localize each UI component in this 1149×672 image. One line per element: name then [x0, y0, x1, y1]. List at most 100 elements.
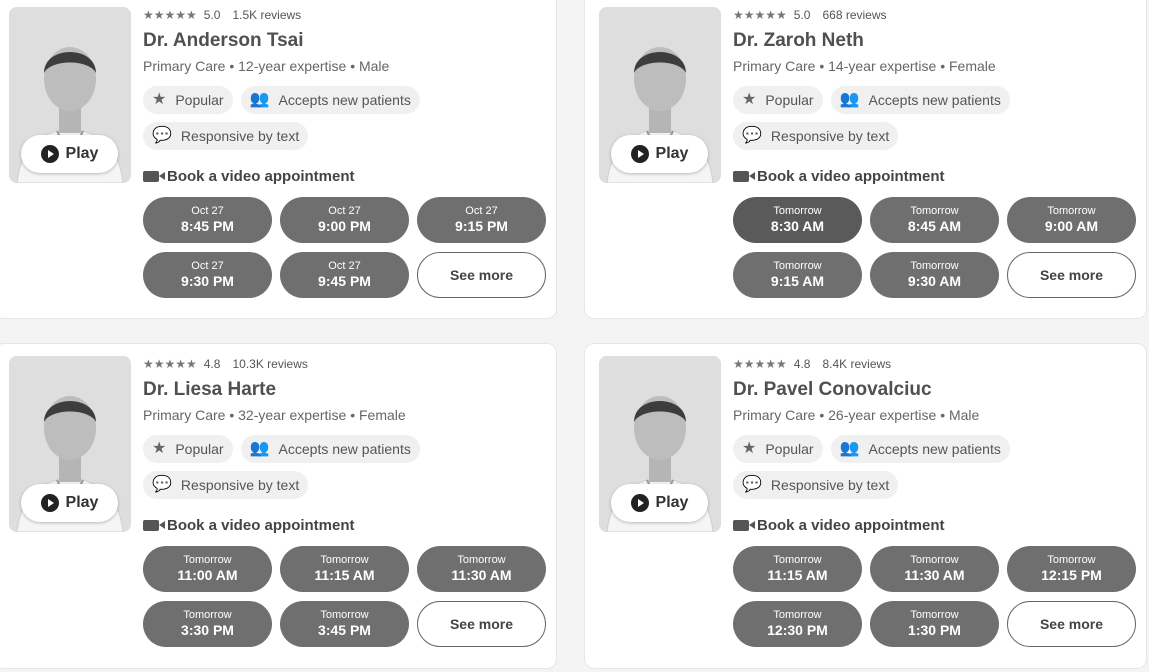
- doctor-card[interactable]: Play ★★★★★ 4.8 10.3K reviews Dr. Liesa H…: [0, 343, 557, 669]
- doctor-photo[interactable]: Play: [599, 356, 721, 532]
- doctor-info: ★★★★★ 5.0 668 reviews Dr. Zaroh Neth Pri…: [733, 7, 1136, 298]
- play-label: Play: [65, 494, 99, 511]
- slot-day: Oct 27: [465, 205, 498, 218]
- time-slot-button[interactable]: Tomorrow 8:30 AM: [733, 197, 862, 243]
- play-label: Play: [655, 494, 689, 511]
- time-slot-button[interactable]: Oct 27 9:15 PM: [417, 197, 546, 243]
- slot-time: 9:45 PM: [318, 273, 371, 290]
- time-slot-button[interactable]: Tomorrow 11:15 AM: [733, 546, 862, 592]
- star-rating-icon: ★★★★★: [733, 8, 787, 22]
- badge-accepts-new-patients: 👥 Accepts new patients: [830, 435, 1010, 463]
- book-label: Book a video appointment: [167, 168, 355, 185]
- see-more-button[interactable]: See more: [1007, 601, 1136, 647]
- rating-value: 5.0: [203, 8, 221, 22]
- doctor-name[interactable]: Dr. Pavel Conovalciuc: [733, 378, 1136, 402]
- video-camera-icon: [733, 520, 755, 531]
- badge-label: Responsive by text: [180, 477, 300, 493]
- doctor-card[interactable]: Play ★★★★★ 5.0 1.5K reviews Dr. Anderson…: [0, 0, 557, 319]
- see-more-button[interactable]: See more: [1007, 252, 1136, 298]
- badge-label: Popular: [175, 441, 224, 457]
- doctor-card[interactable]: Play ★★★★★ 5.0 668 reviews Dr. Zaroh Net…: [584, 0, 1147, 319]
- badge-label: Accepts new patients: [868, 92, 1001, 108]
- doctor-specialty: Primary Care • 12-year expertise • Male: [143, 58, 390, 74]
- slot-day: Oct 27: [191, 205, 224, 218]
- time-slot-button[interactable]: Oct 27 9:30 PM: [143, 252, 272, 298]
- badge-responsive-by-text: 💬 Responsive by text: [733, 471, 899, 499]
- book-label: Book a video appointment: [757, 517, 945, 534]
- play-video-button[interactable]: Play: [21, 135, 118, 173]
- time-slot-button[interactable]: Oct 27 9:00 PM: [280, 197, 409, 243]
- users-icon: 👥: [249, 91, 270, 108]
- time-slot-button[interactable]: Tomorrow 11:30 AM: [870, 546, 999, 592]
- play-video-button[interactable]: Play: [611, 135, 708, 173]
- slot-day: Oct 27: [328, 260, 361, 273]
- play-video-button[interactable]: Play: [21, 484, 118, 522]
- review-count[interactable]: 8.4K reviews: [822, 357, 891, 371]
- slot-day: Tomorrow: [183, 554, 232, 567]
- slot-day: Oct 27: [328, 205, 361, 218]
- doctor-photo[interactable]: Play: [9, 7, 131, 183]
- time-slot-button[interactable]: Tomorrow 11:00 AM: [143, 546, 272, 592]
- time-slot-button[interactable]: Tomorrow 9:15 AM: [733, 252, 862, 298]
- badge-responsive-by-text: 💬 Responsive by text: [143, 122, 309, 150]
- appointment-slots: Oct 27 8:45 PM Oct 27 9:00 PM Oct 27 9:1…: [143, 197, 546, 298]
- message-icon: 💬: [742, 127, 762, 144]
- badge-accepts-new-patients: 👥 Accepts new patients: [240, 86, 420, 114]
- time-slot-button[interactable]: Tomorrow 11:15 AM: [280, 546, 409, 592]
- doctor-name[interactable]: Dr. Liesa Harte: [143, 378, 546, 402]
- review-count[interactable]: 10.3K reviews: [232, 357, 307, 371]
- time-slot-button[interactable]: Tomorrow 8:45 AM: [870, 197, 999, 243]
- time-slot-button[interactable]: Tomorrow 9:30 AM: [870, 252, 999, 298]
- message-icon: 💬: [152, 476, 172, 493]
- slot-time: 8:45 AM: [907, 218, 962, 235]
- time-slot-button[interactable]: Tomorrow 3:45 PM: [280, 601, 409, 647]
- badge-popular: ★ Popular: [733, 86, 823, 114]
- users-icon: 👥: [249, 440, 270, 457]
- badge-popular: ★ Popular: [143, 86, 233, 114]
- play-icon: [40, 145, 59, 163]
- review-count[interactable]: 1.5K reviews: [232, 8, 301, 22]
- badge-list: ★ Popular 👥 Accepts new patients 💬 Respo…: [143, 86, 453, 150]
- time-slot-button[interactable]: Oct 27 8:45 PM: [143, 197, 272, 243]
- time-slot-button[interactable]: Oct 27 9:45 PM: [280, 252, 409, 298]
- appointment-slots: Tomorrow 11:00 AM Tomorrow 11:15 AM Tomo…: [143, 546, 546, 647]
- time-slot-button[interactable]: Tomorrow 3:30 PM: [143, 601, 272, 647]
- slot-time: 9:00 PM: [318, 218, 371, 235]
- slot-time: 9:15 AM: [770, 273, 825, 290]
- play-video-button[interactable]: Play: [611, 484, 708, 522]
- time-slot-button[interactable]: Tomorrow 11:30 AM: [417, 546, 546, 592]
- review-count[interactable]: 668 reviews: [822, 8, 886, 22]
- doctor-photo[interactable]: Play: [9, 356, 131, 532]
- message-icon: 💬: [742, 476, 762, 493]
- see-more-button[interactable]: See more: [417, 252, 546, 298]
- badge-label: Accepts new patients: [868, 441, 1001, 457]
- doctor-card[interactable]: Play ★★★★★ 4.8 8.4K reviews Dr. Pavel Co…: [584, 343, 1147, 669]
- badge-label: Popular: [175, 92, 224, 108]
- badge-popular: ★ Popular: [143, 435, 233, 463]
- slot-time: 9:15 PM: [455, 218, 508, 235]
- rating-value: 4.8: [793, 357, 811, 371]
- book-video-heading: Book a video appointment: [733, 168, 1136, 185]
- doctor-photo[interactable]: Play: [599, 7, 721, 183]
- badge-label: Responsive by text: [770, 128, 890, 144]
- time-slot-button[interactable]: Tomorrow 12:15 PM: [1007, 546, 1136, 592]
- appointment-slots: Tomorrow 11:15 AM Tomorrow 11:30 AM Tomo…: [733, 546, 1136, 647]
- doctor-name[interactable]: Dr. Anderson Tsai: [143, 29, 546, 53]
- doctor-name[interactable]: Dr. Zaroh Neth: [733, 29, 1136, 53]
- video-camera-icon: [733, 171, 755, 182]
- badge-label: Popular: [765, 441, 814, 457]
- slot-day: Tomorrow: [1047, 205, 1096, 218]
- see-more-button[interactable]: See more: [417, 601, 546, 647]
- play-icon: [630, 494, 649, 512]
- time-slot-button[interactable]: Tomorrow 9:00 AM: [1007, 197, 1136, 243]
- badge-accepts-new-patients: 👥 Accepts new patients: [240, 435, 420, 463]
- star-icon: ★: [152, 440, 167, 457]
- time-slot-button[interactable]: Tomorrow 1:30 PM: [870, 601, 999, 647]
- slot-day: Tomorrow: [773, 554, 822, 567]
- slot-day: Tomorrow: [773, 205, 822, 218]
- slot-time: 11:30 AM: [451, 567, 512, 584]
- badge-label: Accepts new patients: [278, 92, 411, 108]
- time-slot-button[interactable]: Tomorrow 12:30 PM: [733, 601, 862, 647]
- video-camera-icon: [143, 520, 165, 531]
- slot-time: 9:00 AM: [1044, 218, 1099, 235]
